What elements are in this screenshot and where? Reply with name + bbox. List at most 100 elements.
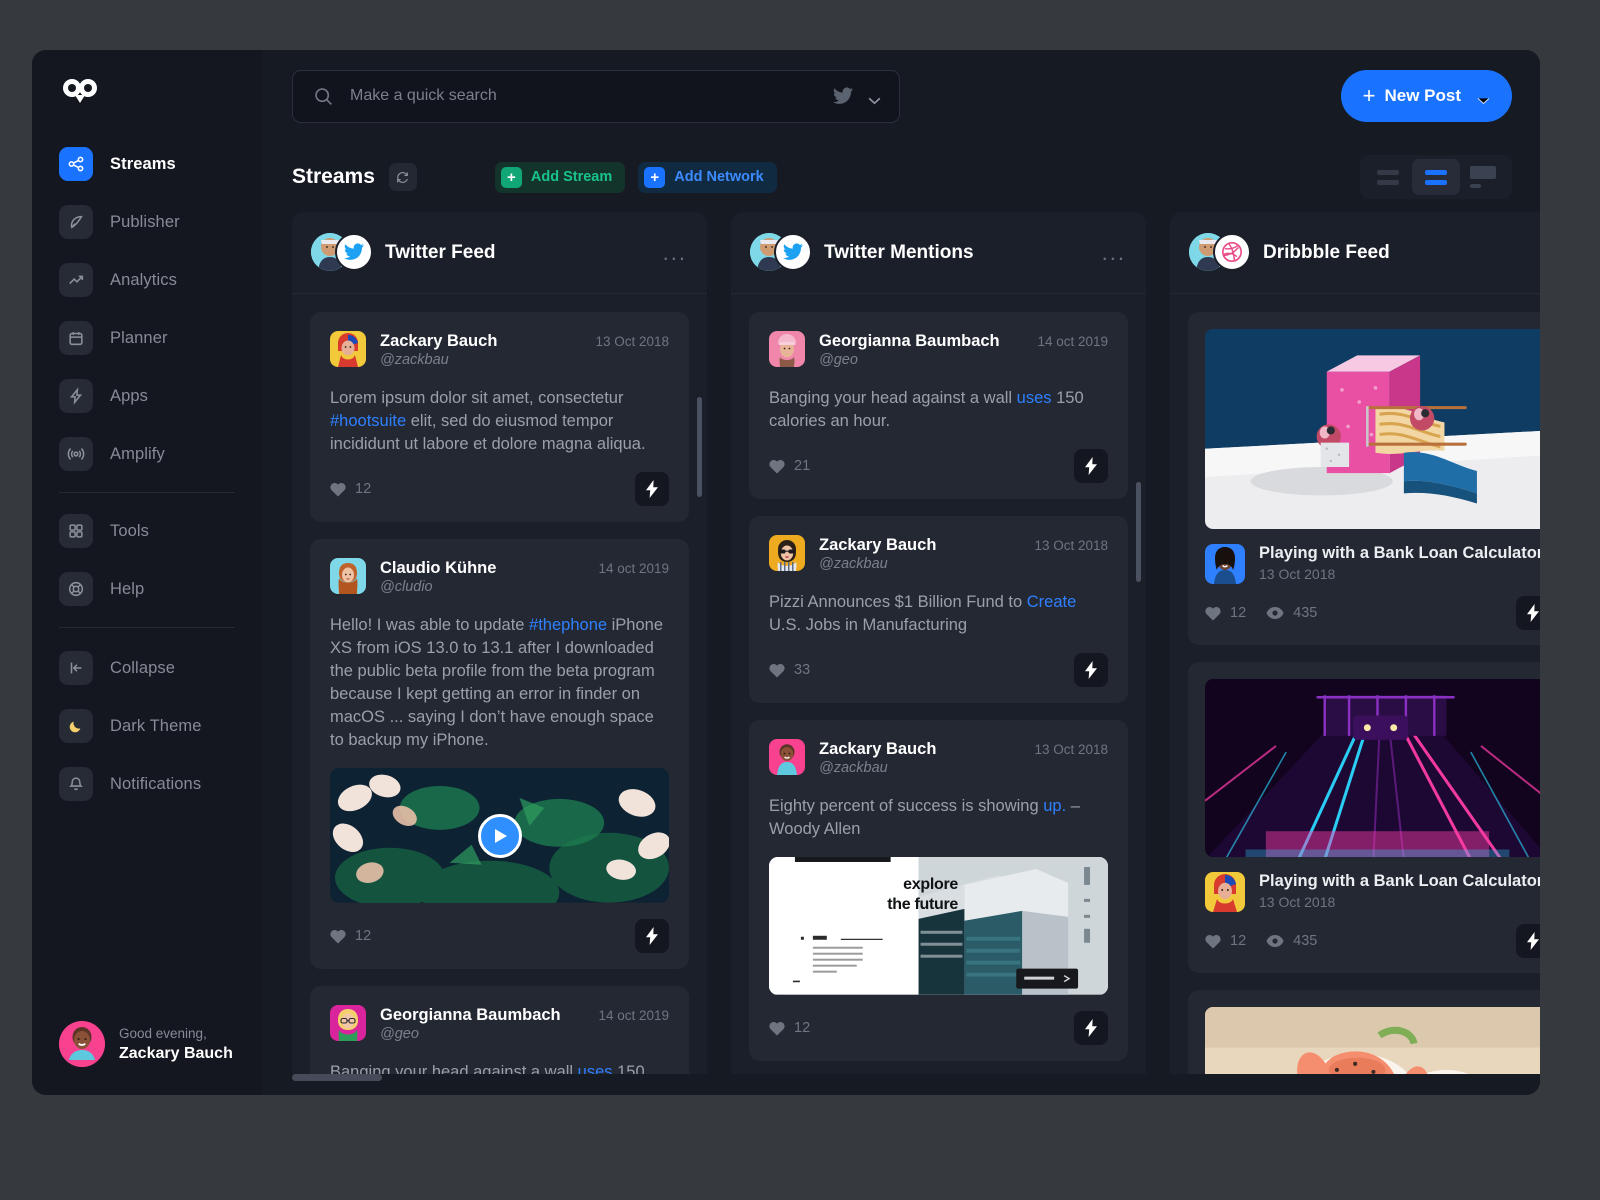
like-stat[interactable]: 12 [330, 928, 371, 944]
plus-icon: + [500, 166, 522, 188]
column-body[interactable]: Zackary Bauch @zackbau 13 Oct 2018 Lorem… [292, 294, 707, 1074]
column-scrollbar[interactable] [697, 397, 702, 497]
feather-pen-icon [59, 205, 93, 239]
lightning-bolt-icon [1527, 932, 1539, 950]
avatar [769, 331, 805, 367]
view-toggle-board[interactable] [1460, 159, 1508, 195]
post-link[interactable]: Create [1027, 593, 1077, 611]
post-text-after: U.S. Jobs in Manufacturing [769, 616, 968, 634]
post-card[interactable]: Georgianna Baumbach @geo 14 oct 2019 Ban… [310, 986, 689, 1074]
heart-icon [769, 1021, 785, 1035]
search-input[interactable] [350, 87, 832, 105]
post-link[interactable]: uses [578, 1063, 613, 1074]
board-horizontal-scrollbar[interactable] [292, 1074, 382, 1081]
sidebar-item-streams[interactable]: Streams [59, 142, 262, 186]
toggle-bar [1470, 166, 1496, 179]
dribbble-shot-card[interactable]: Playing with a Bank Loan Calculator 13 O… [1188, 662, 1540, 973]
sidebar-item-notifications[interactable]: Notifications [59, 762, 262, 806]
sidebar-item-publisher[interactable]: Publisher [59, 200, 262, 244]
boost-button[interactable] [1074, 449, 1108, 483]
bell-icon [59, 767, 93, 801]
post-card[interactable]: Zackary Bauch @zackbau 13 Oct 2018 Lorem… [310, 312, 689, 522]
sidebar-item-label: Collapse [110, 658, 176, 677]
post-card[interactable]: Zackary Bauch @zackbau 13 Oct 2018 Pizzi… [749, 516, 1128, 703]
dribbble-shot-card[interactable] [1188, 990, 1540, 1074]
column-title: Dribbble Feed [1263, 241, 1390, 263]
post-link[interactable]: uses [1017, 389, 1052, 407]
post-media-image[interactable]: explore the future [769, 857, 1108, 995]
post-card[interactable]: Georgianna Baumbach @geo 14 oct 2019 Ban… [749, 312, 1128, 499]
shot-image[interactable] [1205, 1007, 1540, 1074]
boost-button[interactable] [635, 919, 669, 953]
twitter-icon[interactable] [832, 85, 854, 107]
post-link[interactable]: up. [1043, 797, 1066, 815]
add-network-button[interactable]: + Add Network [638, 161, 777, 193]
like-stat[interactable]: 12 [1205, 933, 1246, 949]
post-author: Georgianna Baumbach @geo [819, 331, 1000, 370]
add-stream-button[interactable]: + Add Stream [494, 161, 626, 193]
sidebar-item-tools[interactable]: Tools [59, 509, 262, 553]
like-stat[interactable]: 12 [1205, 605, 1246, 621]
author-handle: @geo [380, 1026, 419, 1042]
post-date: 13 Oct 2018 [1034, 742, 1108, 757]
post-hashtag-link[interactable]: #hootsuite [330, 412, 406, 430]
like-stat[interactable]: 12 [330, 481, 371, 497]
post-author: Zackary Bauch @zackbau [819, 535, 936, 574]
refresh-icon[interactable] [388, 163, 417, 191]
post-card[interactable]: Claudio Kühne @cludio 14 oct 2019 Hello!… [310, 539, 689, 969]
eye-icon [1266, 607, 1284, 619]
shot-date: 13 Oct 2018 [1259, 566, 1336, 582]
sidebar-item-label: Planner [110, 328, 168, 347]
boost-button[interactable] [1074, 653, 1108, 687]
shot-texts: Playing with a Bank Loan Calculator 13 O… [1259, 543, 1540, 584]
view-stat[interactable]: 435 [1266, 933, 1317, 949]
post-date: 13 Oct 2018 [1034, 538, 1108, 553]
column-body[interactable]: Georgianna Baumbach @geo 14 oct 2019 Ban… [731, 294, 1146, 1074]
view-toggle-list[interactable] [1364, 159, 1412, 195]
post-card[interactable]: Zackary Bauch @zackbau 13 Oct 2018 Eight… [749, 720, 1128, 1061]
play-button[interactable] [477, 813, 522, 858]
sidebar-item-help[interactable]: Help [59, 567, 262, 611]
lightning-bolt-icon [1085, 457, 1097, 475]
view-stat[interactable]: 435 [1266, 605, 1317, 621]
post-hashtag-link[interactable]: #thephone [529, 616, 607, 634]
author-handle: @zackbau [819, 760, 888, 776]
post-text-before: Hello! I was able to update [330, 616, 530, 634]
streams-board[interactable]: Twitter Feed ... Zackary Bauch @zackbau [262, 212, 1540, 1095]
view-toggle-group [1360, 155, 1512, 199]
hootsuite-owl-logo[interactable] [59, 76, 101, 106]
chevron-down-icon[interactable] [868, 92, 881, 105]
column-scrollbar[interactable] [1136, 482, 1141, 582]
boost-button[interactable] [1516, 596, 1540, 630]
column-body[interactable]: Playing with a Bank Loan Calculator 13 O… [1170, 294, 1540, 1074]
sidebar-item-dark-theme[interactable]: Dark Theme [59, 704, 262, 748]
shot-image[interactable] [1205, 329, 1540, 529]
avatar [330, 558, 366, 594]
search-bar[interactable] [292, 69, 900, 123]
like-stat[interactable]: 33 [769, 662, 810, 678]
current-user[interactable]: Good evening, Zackary Bauch [59, 1021, 233, 1067]
column-menu-button[interactable]: ... [663, 241, 687, 263]
boost-button[interactable] [1516, 924, 1540, 958]
author-handle: @zackbau [819, 556, 888, 572]
post-media-video[interactable] [330, 768, 669, 903]
trend-up-icon [59, 263, 93, 297]
like-stat[interactable]: 21 [769, 458, 810, 474]
boost-button[interactable] [635, 472, 669, 506]
shot-image[interactable] [1205, 679, 1540, 857]
sidebar-item-planner[interactable]: Planner [59, 316, 262, 360]
boost-button[interactable] [1074, 1011, 1108, 1045]
sidebar-item-analytics[interactable]: Analytics [59, 258, 262, 302]
view-toggle-stream[interactable] [1412, 159, 1460, 195]
post-date: 14 oct 2019 [598, 561, 669, 576]
column-menu-button[interactable]: ... [1102, 241, 1126, 263]
sidebar-item-collapse[interactable]: Collapse [59, 646, 262, 690]
heart-icon [769, 459, 785, 473]
new-post-button[interactable]: + New Post [1340, 70, 1512, 122]
like-stat[interactable]: 12 [769, 1020, 810, 1036]
sidebar-item-apps[interactable]: Apps [59, 374, 262, 418]
dribbble-shot-card[interactable]: Playing with a Bank Loan Calculator 13 O… [1188, 312, 1540, 645]
post-footer: 12 [769, 1011, 1108, 1045]
chevron-down-icon[interactable] [1477, 92, 1490, 104]
sidebar-item-amplify[interactable]: Amplify [59, 432, 262, 476]
